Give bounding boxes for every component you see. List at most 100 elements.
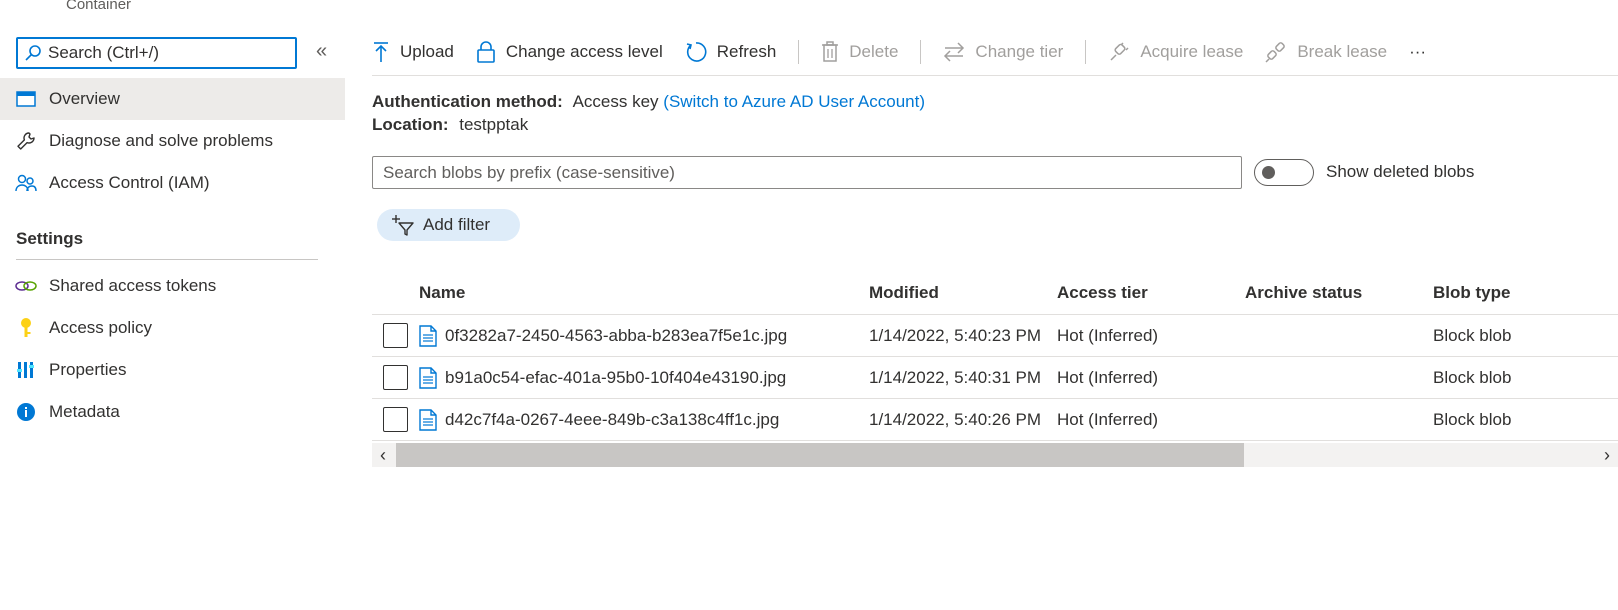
cell-access-tier: Hot (Inferred) bbox=[1057, 325, 1159, 345]
auth-method-value: Access key bbox=[572, 92, 659, 111]
change-tier-label: Change tier bbox=[975, 42, 1064, 61]
sidebar-item-label: Access Control (IAM) bbox=[49, 173, 210, 192]
row-checkbox[interactable] bbox=[383, 365, 408, 390]
sidebar-item-shared-access-tokens[interactable]: Shared access tokens bbox=[0, 265, 345, 307]
sidebar-item-access-control[interactable]: Access Control (IAM) bbox=[0, 162, 345, 204]
sidebar-item-label: Metadata bbox=[49, 402, 120, 421]
acquire-lease-button[interactable]: Acquire lease bbox=[1108, 41, 1243, 63]
refresh-button[interactable]: Refresh bbox=[685, 41, 777, 63]
toolbar-divider bbox=[372, 75, 1618, 76]
toggle-knob bbox=[1262, 166, 1275, 179]
change-access-level-label: Change access level bbox=[505, 42, 663, 61]
add-filter-label: Add filter bbox=[423, 215, 491, 234]
overview-icon bbox=[15, 88, 37, 110]
auth-method-label: Authentication method: bbox=[372, 92, 563, 111]
horizontal-scrollbar[interactable]: ‹ › bbox=[372, 443, 1618, 467]
break-lease-button[interactable]: Break lease bbox=[1265, 41, 1387, 63]
upload-button[interactable]: Upload bbox=[372, 41, 454, 63]
location-label: Location: bbox=[372, 115, 449, 134]
table-row[interactable]: b91a0c54-efac-401a-95b0-10f404e43190.jpg… bbox=[372, 357, 1618, 399]
blob-name-link[interactable]: 0f3282a7-2450-4563-abba-b283ea7f5e1c.jpg bbox=[445, 326, 787, 346]
upload-arrow-icon bbox=[372, 41, 390, 63]
add-filter-button[interactable]: Add filter bbox=[377, 209, 520, 241]
cell-blob-type: Block blob bbox=[1433, 325, 1512, 345]
column-header-access-tier[interactable]: Access tier bbox=[1057, 283, 1245, 303]
unplug-icon bbox=[1265, 41, 1287, 63]
file-icon bbox=[419, 408, 437, 431]
link-chain-icon bbox=[15, 275, 37, 297]
blob-prefix-search-input[interactable]: Search blobs by prefix (case-sensitive) bbox=[372, 156, 1242, 189]
collapse-sidebar-icon[interactable]: « bbox=[316, 40, 327, 63]
sidebar-item-label: Shared access tokens bbox=[49, 276, 217, 295]
more-options-button[interactable]: ··· bbox=[1409, 42, 1426, 62]
blob-name-link[interactable]: d42c7f4a-0267-4eee-849b-c3a138c4ff1c.jpg bbox=[445, 410, 779, 430]
sidebar-search-input[interactable]: Search (Ctrl+/) bbox=[16, 37, 297, 69]
table-row[interactable]: d42c7f4a-0267-4eee-849b-c3a138c4ff1c.jpg… bbox=[372, 399, 1618, 441]
sidebar-item-metadata[interactable]: Metadata bbox=[0, 391, 345, 433]
cell-modified: 1/14/2022, 5:40:31 PM bbox=[869, 367, 1042, 387]
swap-arrows-icon bbox=[943, 42, 965, 62]
show-deleted-label: Show deleted blobs bbox=[1326, 162, 1475, 181]
scroll-right-arrow[interactable]: › bbox=[1596, 443, 1618, 467]
location-value: testpptak bbox=[459, 115, 529, 134]
column-header-modified[interactable]: Modified bbox=[869, 283, 1057, 303]
auth-method-row: Authentication method: Access key (Switc… bbox=[372, 92, 925, 112]
sidebar-item-label: Diagnose and solve problems bbox=[49, 131, 273, 150]
upload-label: Upload bbox=[400, 42, 454, 61]
blob-table: Name Modified Access tier Archive status… bbox=[372, 272, 1618, 441]
change-access-level-button[interactable]: Change access level bbox=[476, 41, 663, 63]
trash-icon bbox=[821, 41, 839, 63]
cell-access-tier: Hot (Inferred) bbox=[1057, 367, 1159, 387]
settings-section-label: Settings bbox=[16, 229, 84, 248]
row-checkbox[interactable] bbox=[383, 407, 408, 432]
column-header-name[interactable]: Name bbox=[419, 283, 869, 303]
key-icon bbox=[15, 317, 37, 339]
delete-button[interactable]: Delete bbox=[821, 41, 898, 63]
search-icon bbox=[25, 45, 41, 61]
wrench-icon bbox=[15, 130, 37, 152]
file-icon bbox=[419, 324, 437, 347]
page-subtitle: Container bbox=[66, 0, 132, 13]
show-deleted-toggle[interactable] bbox=[1254, 159, 1314, 186]
toolbar-separator bbox=[920, 40, 922, 64]
location-row: Location: testpptak bbox=[372, 115, 528, 135]
command-bar: Upload Change access level Refresh Delet… bbox=[372, 30, 1618, 74]
info-icon bbox=[15, 401, 37, 423]
cell-blob-type: Block blob bbox=[1433, 367, 1512, 387]
change-tier-button[interactable]: Change tier bbox=[943, 42, 1063, 62]
sidebar-item-properties[interactable]: Properties bbox=[0, 349, 345, 391]
switch-auth-link[interactable]: (Switch to Azure AD User Account) bbox=[663, 92, 925, 111]
acquire-lease-label: Acquire lease bbox=[1140, 42, 1244, 61]
scroll-left-arrow[interactable]: ‹ bbox=[372, 443, 394, 467]
lock-icon bbox=[476, 41, 496, 63]
refresh-icon bbox=[685, 41, 707, 63]
cell-modified: 1/14/2022, 5:40:26 PM bbox=[869, 409, 1042, 429]
scrollbar-thumb[interactable] bbox=[396, 443, 1244, 467]
file-icon bbox=[419, 366, 437, 389]
sidebar-item-diagnose[interactable]: Diagnose and solve problems bbox=[0, 120, 345, 162]
properties-bars-icon bbox=[15, 359, 37, 381]
column-header-blob-type[interactable]: Blob type bbox=[1433, 283, 1618, 303]
table-header: Name Modified Access tier Archive status… bbox=[372, 272, 1618, 315]
blob-name-link[interactable]: b91a0c54-efac-401a-95b0-10f404e43190.jpg bbox=[445, 368, 786, 388]
column-header-archive-status[interactable]: Archive status bbox=[1245, 283, 1433, 303]
sidebar-item-access-policy[interactable]: Access policy bbox=[0, 307, 345, 349]
refresh-label: Refresh bbox=[716, 42, 777, 61]
add-filter-icon bbox=[391, 214, 415, 236]
sidebar-search-placeholder: Search (Ctrl+/) bbox=[48, 43, 159, 62]
people-icon bbox=[15, 172, 37, 194]
sidebar-item-label: Overview bbox=[49, 89, 120, 108]
sidebar-item-label: Access policy bbox=[49, 318, 152, 337]
delete-label: Delete bbox=[849, 42, 899, 61]
cell-blob-type: Block blob bbox=[1433, 409, 1512, 429]
break-lease-label: Break lease bbox=[1297, 42, 1388, 61]
plug-icon bbox=[1108, 41, 1130, 63]
blob-search-placeholder: Search blobs by prefix (case-sensitive) bbox=[383, 162, 675, 182]
sidebar-item-overview[interactable]: Overview bbox=[0, 78, 345, 120]
toolbar-separator bbox=[798, 40, 800, 64]
sidebar-item-label: Properties bbox=[49, 360, 127, 379]
table-row[interactable]: 0f3282a7-2450-4563-abba-b283ea7f5e1c.jpg… bbox=[372, 315, 1618, 357]
row-checkbox[interactable] bbox=[383, 323, 408, 348]
settings-divider bbox=[16, 259, 318, 260]
cell-modified: 1/14/2022, 5:40:23 PM bbox=[869, 325, 1042, 345]
